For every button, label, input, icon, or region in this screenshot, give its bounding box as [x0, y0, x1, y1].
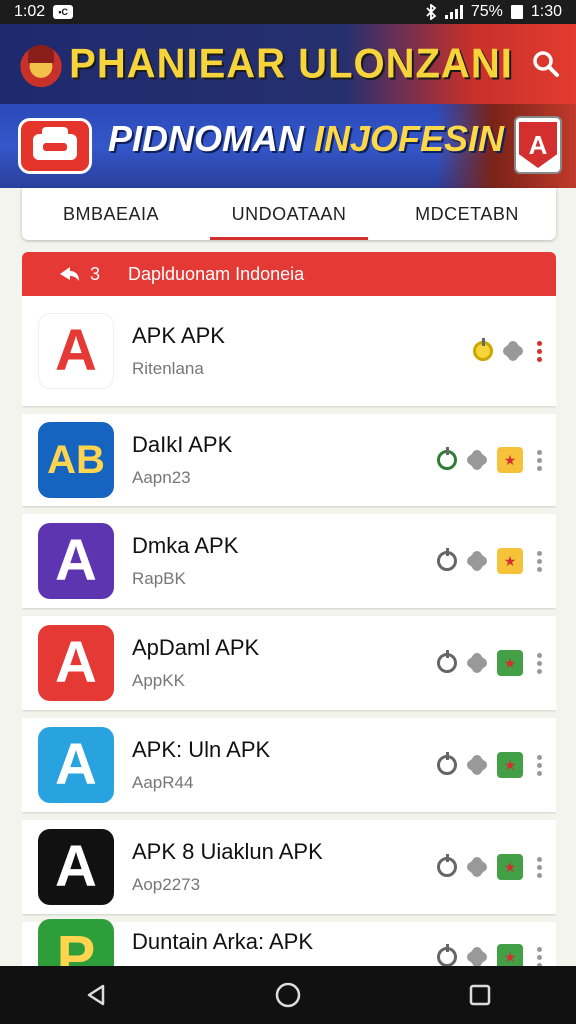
- app-name: Duntain Arka: APK: [132, 929, 313, 954]
- more-options-icon[interactable]: [537, 946, 542, 966]
- app-subtitle: AppKK: [132, 671, 185, 690]
- recents-icon: [469, 984, 491, 1006]
- download-badge-icon[interactable]: ★: [497, 447, 523, 473]
- home-icon: [275, 982, 301, 1008]
- list-item[interactable]: A Dmka APK RapBK ★: [22, 514, 556, 608]
- list-item[interactable]: A APK 8 Uiaklun APK Aop2273 ★: [22, 820, 556, 914]
- app-icon: AB: [38, 422, 114, 498]
- power-icon[interactable]: [437, 854, 457, 877]
- status-bar: 1:02 •C 75% 1:30: [0, 0, 576, 24]
- more-options-icon[interactable]: [537, 856, 542, 878]
- bluetooth-icon: [426, 4, 437, 20]
- settings-icon[interactable]: [467, 653, 487, 673]
- power-icon[interactable]: [437, 548, 457, 571]
- more-options-icon[interactable]: [537, 754, 542, 776]
- settings-icon[interactable]: [467, 755, 487, 775]
- power-icon[interactable]: [437, 650, 457, 673]
- banner: PIDNOMAN INJOFESIN A: [0, 104, 576, 188]
- banner-title-part2: INJOFESIN: [314, 118, 505, 159]
- settings-icon[interactable]: [467, 450, 487, 470]
- settings-icon[interactable]: [467, 857, 487, 877]
- notification-icon: •C: [53, 5, 74, 19]
- app-icon: A: [38, 829, 114, 905]
- app-header: PHANIEAR ULONZANI: [0, 24, 576, 104]
- power-icon[interactable]: [437, 944, 457, 966]
- badge-letter: A: [519, 122, 557, 168]
- app-name: APK: Uln APK: [132, 737, 271, 762]
- app-icon: A: [38, 727, 114, 803]
- download-badge-icon[interactable]: ★: [497, 944, 523, 966]
- power-icon[interactable]: [473, 338, 493, 361]
- app-title: PHANIEAR ULONZANI: [69, 40, 513, 87]
- status-time: 1:02: [14, 3, 46, 20]
- app-name: Dmka APK: [132, 533, 239, 558]
- tab-bar: BMBAEAIA UNDOATAAN MDCETABN: [22, 188, 556, 240]
- tv-icon: [18, 118, 92, 174]
- download-badge-icon[interactable]: ★: [497, 854, 523, 880]
- share-icon[interactable]: [58, 266, 80, 282]
- app-subtitle: Aop2273: [132, 875, 201, 894]
- power-icon[interactable]: [437, 752, 457, 775]
- list-item[interactable]: A ApDaml APK AppKK ★: [22, 616, 556, 710]
- app-icon-glyph: A: [55, 528, 97, 593]
- battery-percent: 75%: [470, 3, 503, 20]
- search-button[interactable]: [516, 24, 576, 104]
- download-badge-icon[interactable]: ★: [497, 548, 523, 574]
- app-icon: A: [38, 523, 114, 599]
- more-options-icon[interactable]: [537, 340, 542, 362]
- garuda-emblem-icon: [16, 39, 66, 89]
- app-name: APK 8 Uiaklun APK: [132, 839, 323, 864]
- tab-2[interactable]: MDCETABN: [378, 188, 556, 240]
- home-button[interactable]: [258, 966, 318, 1024]
- banner-title: PIDNOMAN INJOFESIN: [108, 118, 504, 160]
- list-item[interactable]: A APK APK Ritenlana: [22, 296, 556, 406]
- tab-0[interactable]: BMBAEAIA: [22, 188, 200, 240]
- download-badge-icon[interactable]: ★: [497, 752, 523, 778]
- settings-icon[interactable]: [467, 947, 487, 966]
- app-icon-glyph: A: [55, 834, 97, 899]
- battery-icon: [510, 5, 523, 19]
- app-subtitle: RapBK: [132, 569, 186, 588]
- list-item[interactable]: A APK: Uln APK AapR44 ★: [22, 718, 556, 812]
- app-icon-glyph: A: [55, 732, 97, 797]
- settings-icon[interactable]: [467, 551, 487, 571]
- power-icon[interactable]: [437, 447, 457, 470]
- app-icon-glyph: P: [56, 924, 96, 967]
- list-header-title: Daplduonam Indoneia: [128, 263, 305, 284]
- search-icon: [533, 51, 559, 77]
- app-subtitle: Ritenlana: [132, 359, 204, 378]
- list-item[interactable]: AB DaIkI APK Aapn23 ★: [22, 414, 556, 506]
- app-icon-glyph: A: [55, 318, 97, 383]
- app-subtitle: Aapn23: [132, 468, 191, 487]
- download-badge-icon[interactable]: ★: [497, 650, 523, 676]
- recents-button[interactable]: [450, 966, 510, 1024]
- back-button[interactable]: [66, 966, 126, 1024]
- app-list: 3 Daplduonam Indoneia A APK APK Ritenlana A…: [22, 252, 556, 966]
- app-name: ApDaml APK: [132, 635, 260, 660]
- list-header-glyph: 3: [90, 263, 101, 284]
- app-icon-glyph: AB: [47, 438, 105, 482]
- app-name: DaIkI APK: [132, 432, 233, 457]
- system-nav-bar: [0, 966, 576, 1024]
- more-options-icon[interactable]: [537, 550, 542, 572]
- app-icon: A: [38, 313, 114, 389]
- app-name: APK APK: [132, 323, 225, 348]
- shield-badge-icon: A: [514, 116, 562, 174]
- more-options-icon[interactable]: [537, 449, 542, 471]
- app-subtitle: AapR44: [132, 773, 194, 792]
- tab-1[interactable]: UNDOATAAN: [200, 188, 378, 240]
- signal-icon: [444, 5, 463, 19]
- list-header: 3 Daplduonam Indoneia: [22, 252, 556, 296]
- app-icon: A: [38, 625, 114, 701]
- banner-title-part1: PIDNOMAN: [108, 118, 304, 159]
- status-clock-right: 1:30: [530, 3, 562, 20]
- back-icon: [87, 984, 105, 1006]
- app-icon: P: [38, 919, 114, 966]
- settings-icon[interactable]: [503, 341, 523, 361]
- more-options-icon[interactable]: [537, 652, 542, 674]
- list-item[interactable]: PDuntain Arka: APKAap4214★: [22, 919, 556, 966]
- app-icon-glyph: A: [55, 630, 97, 695]
